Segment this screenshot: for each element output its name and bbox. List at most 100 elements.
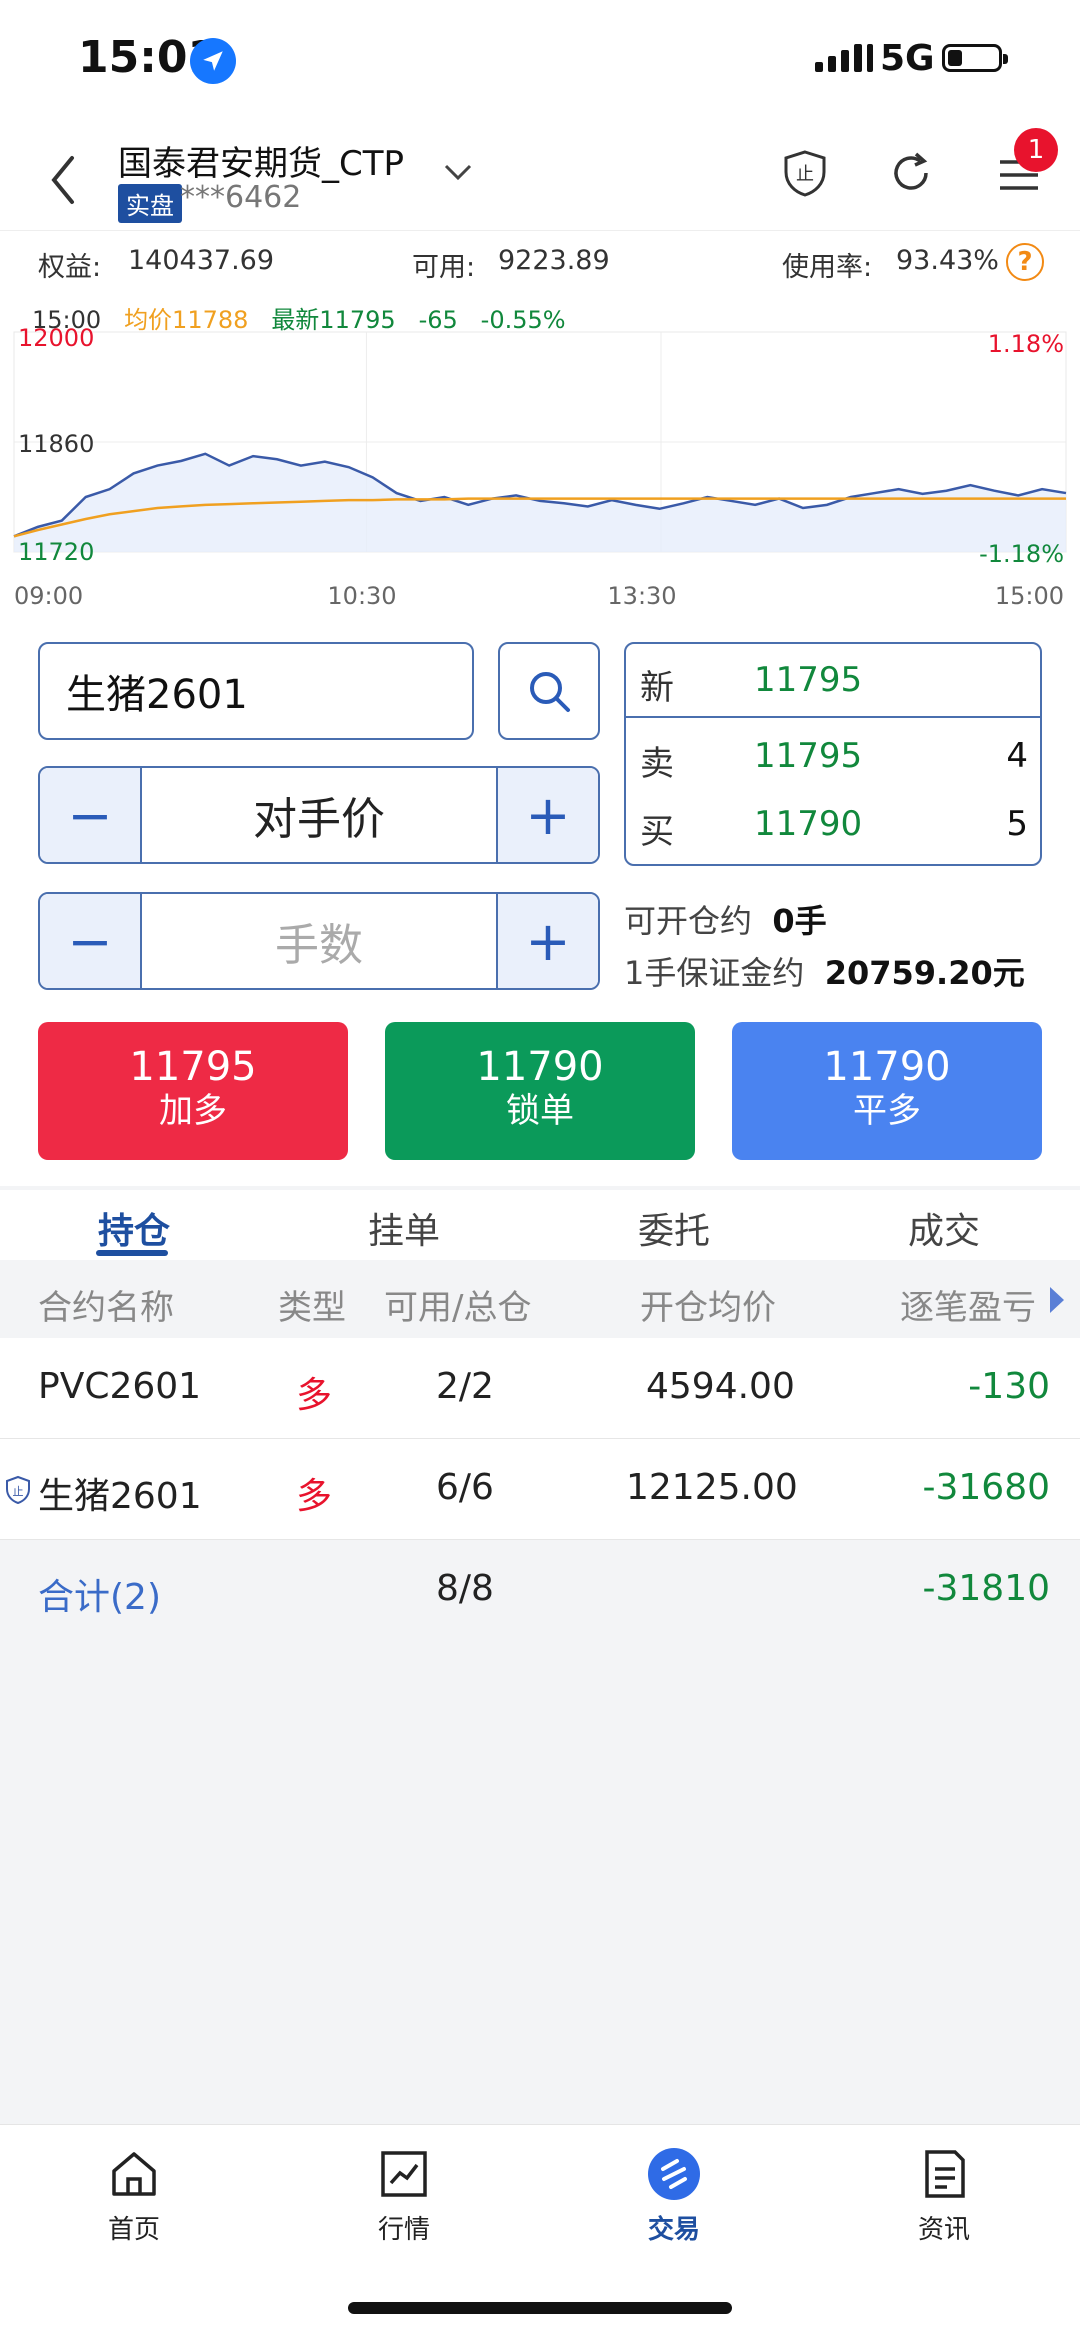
table-header: 合约名称 类型 可用/总仓 开仓均价 逐笔盈亏 [0,1262,1080,1338]
row-pnl: -130 [968,1366,1050,1407]
status-bar: 15:01 5G [0,0,1080,120]
equity-label: 权益: [38,252,102,283]
col-type: 类型 [278,1288,346,1328]
col-pnl: 逐笔盈亏 [900,1288,1036,1328]
refresh-icon[interactable] [886,148,936,198]
row-type: 多 [296,1375,333,1416]
table-row[interactable]: PVC2601 多 2/2 4594.00 -130 [0,1338,1080,1439]
nav-market[interactable]: 行情 [334,2147,474,2246]
x-tick-label: 13:30 [607,582,676,610]
account-header: 国泰君安期货_CTP 实盘 ***6462 止 1 [0,120,1080,230]
price-plus-button[interactable]: + [498,768,598,862]
nav-trade-label: 交易 [647,2215,700,2245]
row-type: 多 [296,1476,333,1517]
row-avg: 12125.00 [626,1467,798,1508]
pct-tick-label: 1.18% [988,330,1064,358]
position-tabs: 持仓 挂单 委托 成交 [0,1190,1080,1260]
chart-icon [377,2147,431,2201]
lock-label: 锁单 [506,1091,574,1131]
account-tag: 实盘 [118,184,182,223]
quote-sell-qty: 4 [1006,736,1028,776]
col-avg: 开仓均价 [640,1288,776,1328]
lots-stepper: − 手数 + [38,892,600,990]
add-long-label: 加多 [159,1091,227,1131]
row-name: 生猪2601 [38,1476,202,1517]
symbol-input[interactable]: 生猪2601 [38,642,474,740]
price-area [14,453,1066,552]
equity-value: 140437.69 [128,245,275,276]
x-tick-label: 10:30 [327,582,396,610]
tab-positions[interactable]: 持仓 [98,1202,170,1254]
quote-box: 新 11795 卖 11795 4 买 11790 5 [624,642,1042,866]
row-pnl: -31680 [922,1467,1050,1508]
trade-icon [647,2147,701,2201]
lots-input[interactable]: 手数 [140,894,498,988]
usage-value: 93.43% [896,245,999,276]
chevron-down-icon[interactable] [440,154,476,190]
total-qty: 8/8 [436,1568,494,1609]
stop-shield-icon: 止 [4,1473,32,1514]
close-long-label: 平多 [853,1091,921,1131]
help-icon[interactable]: ? [1006,243,1044,281]
quote-buy-price: 11790 [754,804,863,844]
quote-new-label: 新 [640,668,674,708]
price-minus-button[interactable]: − [40,768,140,862]
close-long-button[interactable]: 11790 平多 [732,1022,1042,1160]
tab-trades[interactable]: 成交 [908,1202,980,1254]
home-icon [107,2147,161,2201]
stop-shield-icon[interactable]: 止 [780,148,830,198]
search-button[interactable] [498,642,600,740]
open-capacity: 可开仓约 0手 [624,896,827,942]
available-label: 可用: [412,252,476,283]
quote-buy-qty: 5 [1006,804,1028,844]
account-name[interactable]: 国泰君安期货_CTP [118,136,404,185]
row-name: PVC2601 [38,1366,202,1407]
margin-label: 1手保证金约 [624,954,805,992]
open-capacity-label: 可开仓约 [624,902,753,940]
menu-badge: 1 [1014,128,1058,172]
nav-news[interactable]: 资讯 [874,2147,1014,2246]
price-mode[interactable]: 对手价 [140,768,498,862]
lots-plus-button[interactable]: + [498,894,598,988]
battery-icon [942,44,1008,72]
total-label: 合计(2) [38,1577,161,1618]
scroll-right-icon[interactable] [1048,1284,1066,1324]
signal-icon [815,44,873,72]
total-pnl: -31810 [922,1568,1050,1609]
home-indicator [348,2302,732,2314]
open-capacity-value: 0手 [772,902,827,940]
pct-tick-label: -1.18% [979,540,1064,568]
nav-market-label: 行情 [377,2215,430,2245]
network-label: 5G [880,38,935,79]
quote-new-price: 11795 [754,660,863,700]
close-long-price: 11790 [823,1044,951,1090]
account-number: ***6462 [180,180,302,215]
usage-label: 使用率: [782,252,873,283]
row-avg: 4594.00 [646,1366,795,1407]
y-tick-label: 11860 [18,430,94,458]
available-value: 9223.89 [498,245,610,276]
active-tab-indicator [96,1250,168,1256]
lots-minus-button[interactable]: − [40,894,140,988]
lock-price: 11790 [476,1044,604,1090]
nav-home[interactable]: 首页 [64,2147,204,2246]
price-stepper: − 对手价 + [38,766,600,864]
tab-orders[interactable]: 委托 [638,1202,710,1254]
back-icon[interactable] [44,150,84,210]
table-row[interactable]: 止 生猪2601 多 6/6 12125.00 -31680 [0,1439,1080,1540]
add-long-button[interactable]: 11795 加多 [38,1022,348,1160]
x-tick-label: 09:00 [14,582,83,610]
nav-trade[interactable]: 交易 [604,2147,744,2246]
quote-sell-price: 11795 [754,736,863,776]
row-qty: 6/6 [436,1467,494,1508]
svg-text:止: 止 [13,1485,24,1498]
svg-text:止: 止 [796,164,814,185]
intraday-chart[interactable]: 15:00 均价11788 最新11795 -65 -0.55% 12000 11… [0,292,1080,614]
nav-home-label: 首页 [107,2215,160,2245]
tab-pending[interactable]: 挂单 [368,1202,440,1254]
lock-button[interactable]: 11790 锁单 [385,1022,695,1160]
y-tick-label: 11720 [18,538,94,566]
col-name: 合约名称 [38,1288,174,1328]
y-tick-label: 12000 [18,324,94,352]
news-icon [917,2147,971,2201]
